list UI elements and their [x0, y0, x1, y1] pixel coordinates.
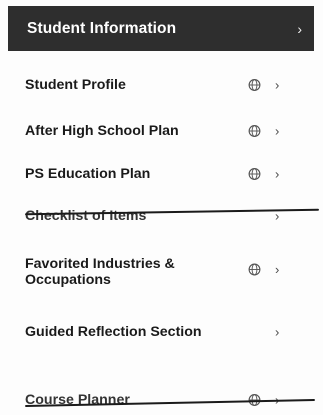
- student-menu: Student Information › Student Profile › …: [0, 0, 323, 415]
- menu-item-course-planner[interactable]: Course Planner ›: [8, 378, 314, 415]
- chevron-right-icon: ›: [275, 123, 280, 139]
- chevron-right-icon: ›: [275, 166, 280, 182]
- menu-item-label: After High School Plan: [25, 123, 179, 139]
- globe-icon: [248, 125, 261, 137]
- globe-icon: [248, 79, 261, 91]
- menu-item-favorited-industries[interactable]: Favorited Industries & Occupations ›: [8, 248, 314, 296]
- student-information-header[interactable]: Student Information ›: [8, 6, 314, 51]
- menu-item-label: Checklist of Items: [25, 208, 147, 224]
- globe-icon: [248, 263, 261, 276]
- menu-item-label: Student Profile: [25, 77, 126, 93]
- menu-item-checklist-of-items[interactable]: Checklist of Items ›: [8, 194, 314, 238]
- chevron-right-icon: ›: [275, 324, 280, 340]
- menu-item-label: Guided Reflection Section: [25, 324, 202, 340]
- menu-item-student-profile[interactable]: Student Profile ›: [8, 63, 314, 107]
- menu-item-label: PS Education Plan: [25, 166, 151, 182]
- menu-item-after-high-school-plan[interactable]: After High School Plan ›: [8, 109, 314, 153]
- chevron-right-icon: ›: [275, 77, 280, 93]
- header-title: Student Information: [27, 19, 177, 37]
- chevron-right-icon: ›: [297, 20, 302, 37]
- menu-item-label: Favorited Industries & Occupations: [25, 256, 175, 288]
- menu-item-ps-education-plan[interactable]: PS Education Plan ›: [8, 152, 314, 196]
- chevron-right-icon: ›: [275, 262, 280, 277]
- menu-item-guided-reflection-section[interactable]: Guided Reflection Section ›: [8, 310, 314, 354]
- globe-icon: [248, 168, 261, 180]
